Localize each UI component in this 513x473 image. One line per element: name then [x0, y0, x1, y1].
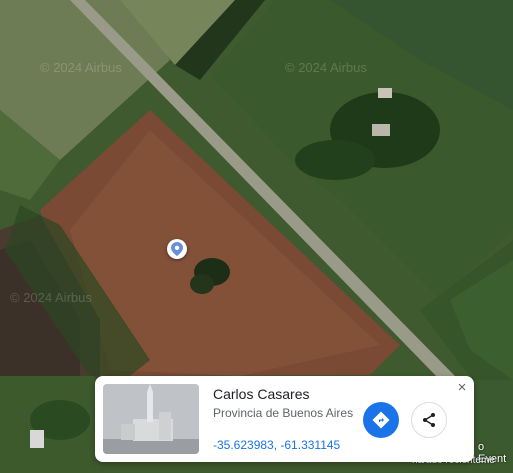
coordinates-link[interactable]: -35.623983, -61.331145	[213, 438, 340, 452]
share-icon	[423, 413, 435, 427]
close-icon: ×	[457, 378, 467, 396]
location-pin-icon[interactable]	[167, 239, 187, 259]
share-button[interactable]	[411, 402, 447, 438]
place-thumbnail[interactable]	[103, 384, 199, 454]
imagery-watermark: © 2024 Airbus	[40, 60, 122, 75]
place-card[interactable]: Carlos Casares Provincia de Buenos Aires…	[95, 376, 474, 462]
imagery-watermark: © 2024 Airbus	[285, 60, 367, 75]
directions-button[interactable]	[363, 402, 399, 438]
directions-icon	[372, 411, 390, 429]
place-subtitle: Provincia de Buenos Aires	[213, 406, 354, 420]
imagery-watermark: © 2024 Airbus	[10, 290, 92, 305]
place-title: Carlos Casares	[213, 386, 310, 402]
close-button[interactable]: ×	[454, 379, 470, 395]
